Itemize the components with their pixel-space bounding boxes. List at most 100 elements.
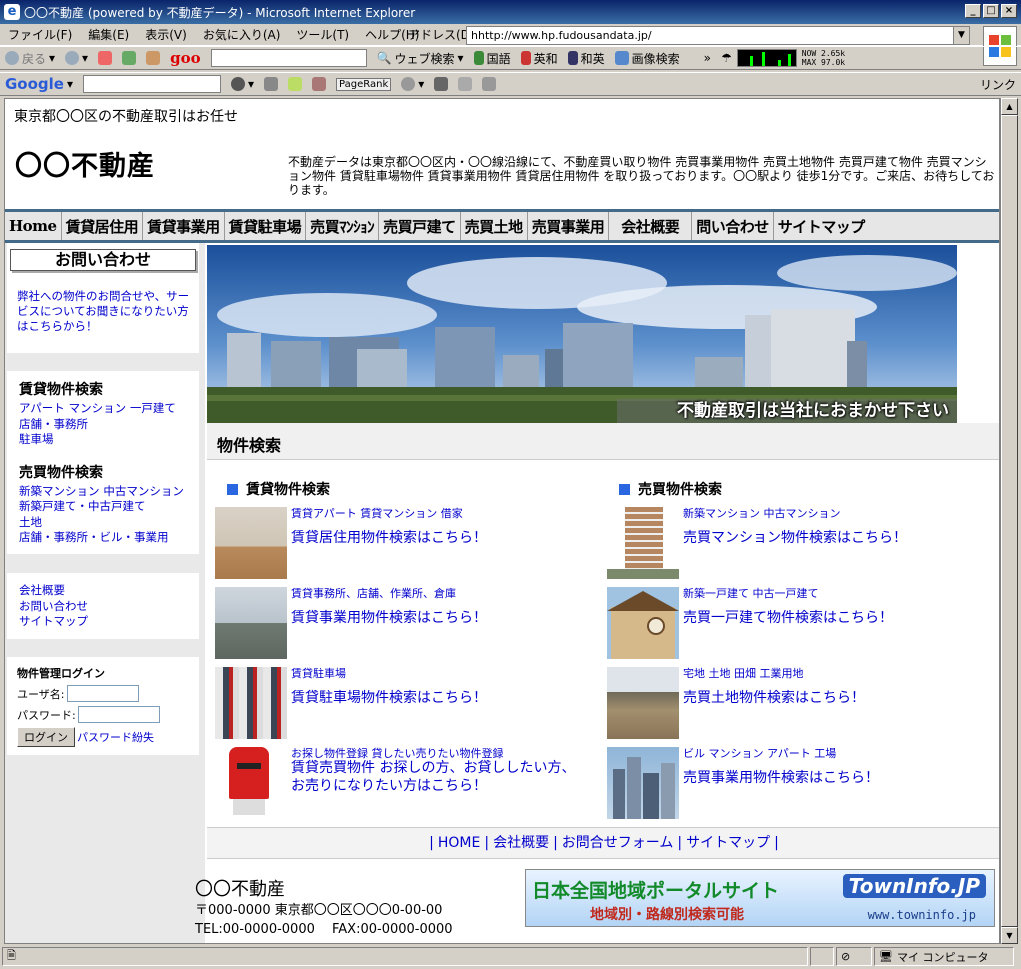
address-dropdown-icon[interactable]: ▼ <box>953 27 969 44</box>
footer-link-sitemap[interactable]: サイトマップ <box>686 835 770 851</box>
scroll-down-button[interactable]: ▼ <box>1001 927 1018 944</box>
sale-mansion-item[interactable]: 新築マンション 中古マンション 売買マンション物件検索はこちら！ <box>607 507 987 582</box>
info-link-company[interactable]: 会社概要 <box>19 583 65 597</box>
waei-button[interactable]: 和英 <box>563 50 610 67</box>
news-button[interactable] <box>259 77 283 91</box>
scroll-up-button[interactable]: ▲ <box>1001 98 1018 115</box>
vertical-scrollbar[interactable]: ▲ ▼ <box>1000 98 1018 944</box>
nav-sale-house[interactable]: 売買戸建て <box>379 212 461 240</box>
google-search-input[interactable] <box>78 75 226 93</box>
eiwa-button[interactable]: 英和 <box>516 50 563 67</box>
refresh-button[interactable] <box>117 51 141 65</box>
web-search-button[interactable]: 🔍 ウェブ検索 ▾ <box>372 50 469 67</box>
rent-parking-link[interactable]: 賃貸駐車場物件検索はこちら！ <box>291 689 487 707</box>
address-input[interactable]: hhttp://www.hp.fudousandata.jp/ ▼ <box>466 26 970 45</box>
close-button[interactable]: × <box>1001 4 1017 18</box>
back-button[interactable]: 戻る ▾ <box>0 50 60 67</box>
towninfo-banner[interactable]: 日本全国地域ポータルサイト TownInfo.JP 地域別・路線別検索可能 ww… <box>525 869 995 927</box>
rent-business-item[interactable]: 賃貸事務所、店舗、作業所、倉庫 賃貸事業用物件検索はこちら！ <box>215 587 595 662</box>
sale-land-item[interactable]: 宅地 土地 田畑 工業用地 売買土地物件検索はこちら！ <box>607 667 987 742</box>
register-item[interactable]: お探し物件登録 貸したい売りたい物件登録 賃貸売買物件 お探しの方、お貸ししたい… <box>215 747 595 822</box>
scroll-thumb[interactable] <box>1001 115 1018 927</box>
rent-link-office[interactable]: 店舗・事務所 <box>19 417 88 431</box>
sale-land-tags[interactable]: 宅地 土地 田畑 工業用地 <box>683 665 804 681</box>
password-field[interactable] <box>77 706 160 723</box>
nav-home[interactable]: Home <box>5 212 62 240</box>
google-logo[interactable]: Google ▾ <box>0 75 78 93</box>
highlight-button[interactable] <box>307 77 331 91</box>
nav-sitemap[interactable]: サイトマップ <box>774 212 869 240</box>
sale-link-house[interactable]: 新築戸建て・中古戸建て <box>19 499 146 513</box>
kokugo-button[interactable]: 国語 <box>469 50 516 67</box>
contact-title[interactable]: お問い合わせ <box>10 249 196 271</box>
stop-button[interactable] <box>93 51 117 65</box>
footer-link-contact-form[interactable]: お問合せフォーム <box>562 835 674 851</box>
forward-button[interactable]: ▾ <box>60 51 93 65</box>
rent-link-parking[interactable]: 駐車場 <box>19 432 54 446</box>
google-search-button[interactable]: ▾ <box>226 77 259 91</box>
nav-rent-parking[interactable]: 賃貸駐車場 <box>225 212 307 240</box>
sale-link-new-mansion[interactable]: 新築マンション <box>19 484 100 498</box>
rent-residential-link[interactable]: 賃貸居住用物件検索はこちら！ <box>291 529 487 547</box>
info-link-contact[interactable]: お問い合わせ <box>19 599 88 613</box>
nav-sale-mansion[interactable]: 売買ﾏﾝｼｮﾝ <box>306 212 380 240</box>
nav-contact[interactable]: 問い合わせ <box>692 212 774 240</box>
rent-business-link[interactable]: 賃貸事業用物件検索はこちら！ <box>291 609 487 627</box>
menu-view[interactable]: 表示(V) <box>137 26 195 43</box>
nav-company[interactable]: 会社概要 <box>609 212 693 240</box>
rent-business-tags[interactable]: 賃貸事務所、店舗、作業所、倉庫 <box>291 585 456 601</box>
links-button[interactable]: リンク <box>975 76 1021 93</box>
nav-sale-land[interactable]: 売買土地 <box>461 212 528 240</box>
menu-tools[interactable]: ツール(T) <box>288 26 357 43</box>
home-button[interactable] <box>141 51 165 65</box>
image-search-button[interactable]: 画像検索 <box>610 50 685 67</box>
contact-text-link[interactable]: 弊社への物件のお問合せや、サービスについてお聞きになりたい方はこちらから！ <box>17 289 192 334</box>
toolbar-more-chevron[interactable]: » <box>699 51 716 65</box>
nav-rent-business[interactable]: 賃貸事業用 <box>143 212 225 240</box>
maximize-button[interactable]: □ <box>983 4 999 18</box>
sale-link-used-mansion[interactable]: 中古マンション <box>103 484 184 498</box>
sale-mansion-link[interactable]: 売買マンション物件検索はこちら！ <box>683 529 907 547</box>
sale-house-item[interactable]: 新築一戸建て 中古一戸建て 売買一戸建て物件検索はこちら！ <box>607 587 987 662</box>
minimize-button[interactable]: _ <box>965 4 981 18</box>
nav-sale-business[interactable]: 売買事業用 <box>528 212 610 240</box>
sale-land-link[interactable]: 売買土地物件検索はこちら！ <box>683 689 865 707</box>
info-link-sitemap[interactable]: サイトマップ <box>19 614 88 628</box>
nav-rent-residential[interactable]: 賃貸居住用 <box>62 212 144 240</box>
rent-parking-tags[interactable]: 賃貸駐車場 <box>291 665 346 681</box>
sale-business-tags[interactable]: ビル マンション アパート 工場 <box>683 745 836 761</box>
forgot-password-link[interactable]: パスワード紛失 <box>77 729 154 745</box>
weather-icon[interactable]: ☂ <box>716 51 737 65</box>
site-logo[interactable]: 〇〇不動産 <box>15 144 155 183</box>
sale-business-item[interactable]: ビル マンション アパート 工場 売買事業用物件検索はこちら！ <box>607 747 987 822</box>
page-info-button[interactable] <box>429 77 453 91</box>
footer-link-home[interactable]: HOME <box>438 835 480 851</box>
register-link-line2[interactable]: お売りになりたい方はこちら！ <box>291 777 487 795</box>
sale-house-link[interactable]: 売買一戸建て物件検索はこちら！ <box>683 609 893 627</box>
username-field[interactable] <box>66 685 139 702</box>
register-link-line1[interactable]: 賃貸売買物件 お探しの方、お貸ししたい方、 <box>291 759 575 777</box>
rent-link-mansion[interactable]: マンション <box>69 401 127 415</box>
sale-link-land[interactable]: 土地 <box>19 515 42 529</box>
info-button[interactable]: ▾ <box>396 77 429 91</box>
menu-edit[interactable]: 編集(E) <box>80 26 137 43</box>
rent-link-apartment[interactable]: アパート <box>19 401 65 415</box>
goo-logo[interactable]: goo <box>165 49 206 67</box>
footer-link-company[interactable]: 会社概要 <box>493 835 549 851</box>
goo-search-input[interactable] <box>206 49 372 67</box>
sale-house-tags[interactable]: 新築一戸建て 中古一戸建て <box>683 585 819 601</box>
pen-button[interactable] <box>477 77 501 91</box>
rent-residential-item[interactable]: 賃貸アパート 賃貸マンション 借家 賃貸居住用物件検索はこちら！ <box>215 507 595 582</box>
popup-button[interactable] <box>283 77 307 91</box>
privacy-icon[interactable]: ⊘ <box>836 947 872 966</box>
copy-button[interactable] <box>453 77 477 91</box>
sale-business-link[interactable]: 売買事業用物件検索はこちら！ <box>683 769 879 787</box>
rent-parking-item[interactable]: 賃貸駐車場 賃貸駐車場物件検索はこちら！ <box>215 667 595 742</box>
sale-mansion-tags[interactable]: 新築マンション 中古マンション <box>683 505 841 521</box>
window-title-bar[interactable]: e 〇〇不動産 (powered by 不動産データ) - Microsoft … <box>0 0 1021 24</box>
rent-residential-tags[interactable]: 賃貸アパート 賃貸マンション 借家 <box>291 505 463 521</box>
login-button[interactable]: ログイン <box>17 727 75 747</box>
sale-link-business[interactable]: 店舗・事務所・ビル・事業用 <box>19 530 169 544</box>
menu-file[interactable]: ファイル(F) <box>0 26 80 43</box>
menu-favorites[interactable]: お気に入り(A) <box>195 26 289 43</box>
